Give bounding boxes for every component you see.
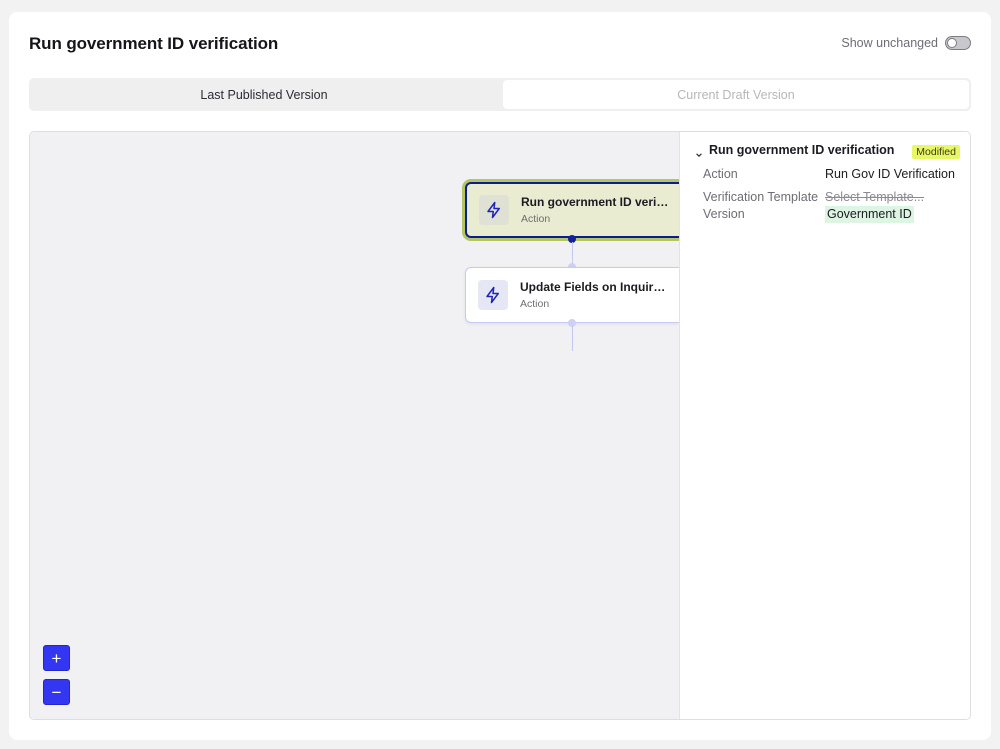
workflow-workspace: Run government ID verific... Action Upda… [29,131,971,720]
detail-row-verification-template-version: Verification Template Version Select Tem… [703,189,924,223]
modified-badge: Modified [912,145,960,159]
version-tabs: Last Published Version Current Draft Ver… [29,78,971,111]
workflow-canvas[interactable]: Run government ID verific... Action Upda… [30,132,679,719]
zoom-in-button[interactable]: + [43,645,70,671]
node-title: Run government ID verific... [521,195,671,209]
diff-panel: Run government ID verification Show unch… [9,12,991,740]
workflow-node-update-fields-on-inquiry[interactable]: Update Fields on Inquiry F... Action [465,267,679,323]
detail-value: Select Template... Government ID [825,189,924,223]
details-header: Run government ID verification [695,143,895,158]
chevron-down-icon[interactable] [695,146,703,158]
node-title: Update Fields on Inquiry F... [520,280,670,294]
lightning-bolt-icon [478,280,508,310]
show-unchanged-label: Show unchanged [841,36,938,50]
added-value: Government ID [825,206,914,223]
page-title: Run government ID verification [29,34,279,53]
removed-value: Select Template... [825,190,925,204]
detail-label: Action [703,167,738,181]
workflow-node-run-government-id-verification[interactable]: Run government ID verific... Action [465,182,679,238]
lightning-bolt-icon [479,195,509,225]
node-subtitle: Action [521,213,551,225]
details-panel: Run government ID verification Modified … [679,132,970,719]
node-subtitle: Action [520,298,550,310]
show-unchanged-toggle[interactable] [945,36,971,50]
show-unchanged-control: Show unchanged [841,36,971,50]
toggle-knob [947,38,957,48]
zoom-out-button[interactable]: − [43,679,70,705]
detail-value: Run Gov ID Verification [825,167,955,181]
details-title: Run government ID verification [709,143,895,157]
connector-line [572,326,573,351]
tab-last-published-version[interactable]: Last Published Version [31,80,497,109]
detail-label: Verification Template Version [703,190,819,221]
detail-row-action: Action Run Gov ID Verification [703,166,955,183]
tab-current-draft-version[interactable]: Current Draft Version [503,80,969,109]
